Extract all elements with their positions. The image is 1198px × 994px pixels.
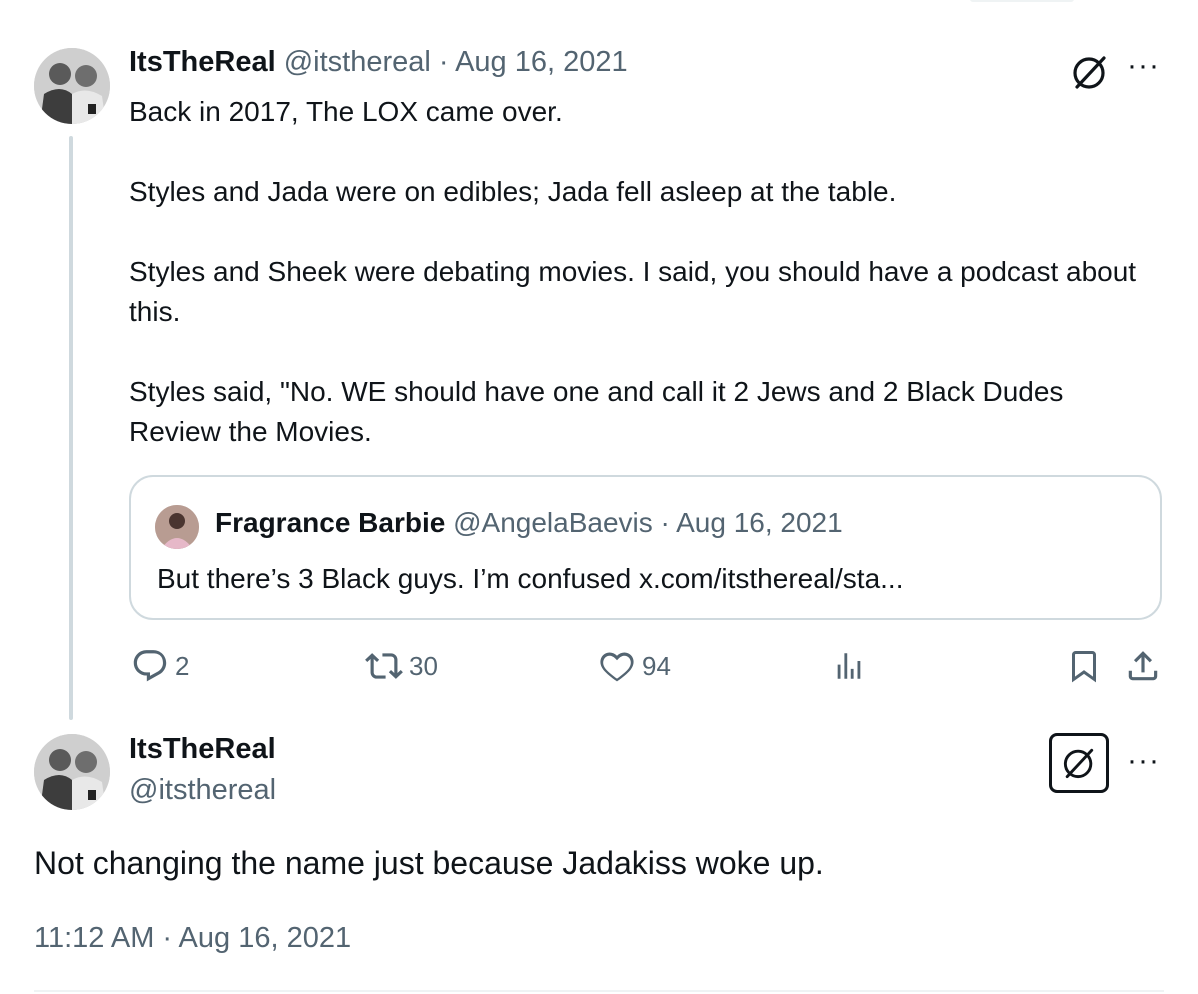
author-name[interactable]: ItsTheReal (129, 733, 276, 766)
thread-line (69, 136, 73, 720)
post-text: Not changing the name just because Jadak… (34, 845, 824, 881)
quote-date[interactable]: Aug 16, 2021 (676, 507, 843, 538)
repost-button[interactable]: 30 (365, 646, 438, 686)
reply-button[interactable]: 2 (131, 646, 189, 686)
repost-count: 30 (409, 650, 438, 681)
avatar[interactable] (34, 48, 110, 124)
like-count: 94 (642, 650, 671, 681)
divider (34, 990, 1164, 992)
grok-button[interactable] (1049, 733, 1109, 793)
bookmark-button[interactable] (1066, 646, 1102, 686)
quote-avatar[interactable] (155, 505, 199, 549)
post-header: ItsTheReal @itsthereal · Aug 16, 2021 (129, 46, 628, 79)
share-button[interactable] (1124, 646, 1162, 686)
share-icon (1128, 651, 1158, 681)
more-icon[interactable]: ··· (1127, 746, 1160, 776)
post-paragraph: Styles and Jada were on edibles; Jada fe… (129, 176, 897, 207)
quote-text: But there’s 3 Black guys. I’m confused x… (157, 563, 904, 594)
post-body: Back in 2017, The LOX came over. Styles … (129, 92, 1149, 452)
avatar[interactable] (34, 734, 110, 810)
quote-author-handle[interactable]: @AngelaBaevis (453, 507, 653, 538)
bookmark-icon (1072, 651, 1096, 683)
grok-icon (1063, 748, 1094, 779)
reply-count: 2 (175, 650, 190, 681)
author-handle[interactable]: @itsthereal (284, 46, 431, 78)
like-icon (600, 652, 634, 682)
author-name[interactable]: ItsTheReal (129, 46, 276, 78)
separator: · (438, 46, 449, 78)
post-paragraph: Back in 2017, The LOX came over. (129, 96, 563, 127)
like-button[interactable]: 94 (598, 646, 671, 686)
author-handle[interactable]: @itsthereal (129, 774, 276, 807)
top-divider (970, 0, 1074, 2)
post-date[interactable]: Aug 16, 2021 (455, 46, 628, 78)
post-timestamp[interactable]: 11:12 AM · Aug 16, 2021 (34, 922, 351, 955)
views-button[interactable] (832, 646, 866, 686)
grok-icon[interactable] (1068, 50, 1112, 94)
quote-author-name[interactable]: Fragrance Barbie (215, 507, 445, 538)
quote-header: Fragrance Barbie @AngelaBaevis · Aug 16,… (215, 507, 843, 539)
post-paragraph: Styles and Sheek were debating movies. I… (129, 256, 1137, 327)
post-paragraph: Styles said, "No. WE should have one and… (129, 376, 1064, 447)
views-icon (837, 653, 861, 679)
quoted-post[interactable]: Fragrance Barbie @AngelaBaevis · Aug 16,… (129, 475, 1162, 620)
reply-icon (133, 650, 167, 682)
separator: · (660, 507, 670, 538)
more-icon[interactable]: ··· (1127, 51, 1160, 81)
repost-icon (365, 653, 403, 679)
